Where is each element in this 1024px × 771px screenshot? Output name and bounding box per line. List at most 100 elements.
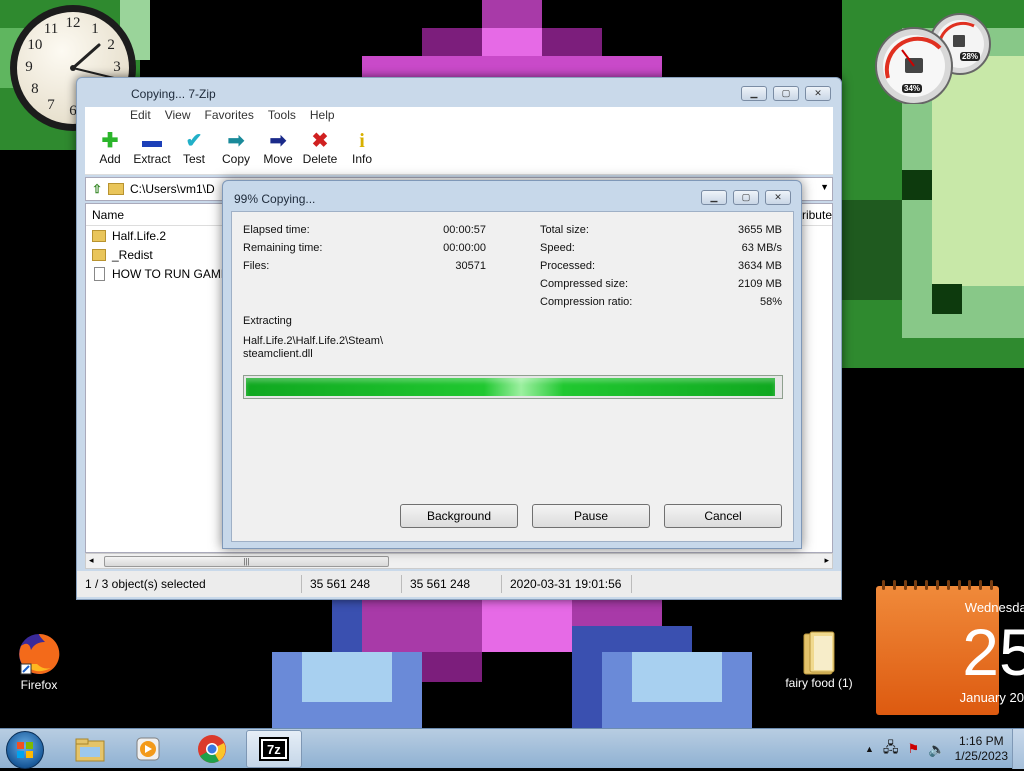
add-label: Add bbox=[99, 152, 120, 166]
clock-number: 12 bbox=[63, 15, 83, 32]
calendar-weekday: Wednesday bbox=[938, 600, 1024, 615]
compressed-size-value: 2109 MB bbox=[682, 278, 782, 290]
menu-edit[interactable]: Edit bbox=[123, 107, 158, 125]
dialog-maximize-button[interactable]: ▢ bbox=[733, 190, 759, 205]
minus-icon: ▬ bbox=[142, 131, 162, 151]
dialog-minimize-button[interactable]: ▁ bbox=[701, 190, 727, 205]
extract-label: Extract bbox=[133, 152, 170, 166]
taskbar: 7z ▲ 🖧 ⚑ 🔈 1:16 PM 1/25/2023 bbox=[0, 728, 1024, 768]
meter-dials bbox=[872, 8, 1002, 104]
start-button[interactable] bbox=[6, 731, 44, 769]
move-arrow-icon: ➡ bbox=[270, 131, 287, 151]
compression-ratio-value: 58% bbox=[682, 296, 782, 308]
bg-pixel bbox=[482, 600, 572, 652]
pause-button[interactable]: Pause bbox=[532, 504, 650, 528]
test-label: Test bbox=[183, 152, 205, 166]
remaining-value: 00:00:00 bbox=[392, 242, 486, 254]
toolbar: ✚ Add ▬ Extract ✔ Test ➡ Copy ➡ Move ✖ D… bbox=[85, 125, 833, 175]
taskbar-clock[interactable]: 1:16 PM 1/25/2023 bbox=[955, 734, 1008, 764]
action-center-icon[interactable]: ⚑ bbox=[908, 741, 920, 757]
bg-pixel bbox=[902, 170, 932, 200]
move-button[interactable]: ➡ Move bbox=[257, 125, 299, 174]
network-icon[interactable]: 🖧 bbox=[883, 737, 899, 761]
taskbar-explorer[interactable] bbox=[62, 730, 118, 768]
calendar-date: 25 bbox=[938, 616, 1024, 688]
clock-number: 7 bbox=[41, 97, 61, 114]
show-desktop-button[interactable] bbox=[1012, 729, 1024, 769]
desktop-icon-firefox[interactable]: Firefox bbox=[8, 630, 70, 692]
windows-logo-icon bbox=[7, 732, 43, 768]
bg-pixel bbox=[842, 200, 902, 300]
folder-up-icon[interactable]: ⇧ bbox=[86, 182, 108, 196]
menu-tools[interactable]: Tools bbox=[261, 107, 303, 125]
close-button[interactable]: ✕ bbox=[805, 86, 831, 101]
folder-icon bbox=[798, 630, 840, 676]
menu-favorites[interactable]: Favorites bbox=[197, 107, 260, 125]
address-path[interactable]: C:\Users\vm1\D bbox=[130, 182, 215, 196]
files-value: 30571 bbox=[392, 260, 486, 272]
clock-number: 9 bbox=[19, 59, 39, 76]
column-name-label: Name bbox=[92, 208, 124, 222]
maximize-button[interactable]: ▢ bbox=[773, 86, 799, 101]
taskbar-time: 1:16 PM bbox=[955, 734, 1008, 749]
document-icon bbox=[94, 267, 105, 281]
dialog-close-button[interactable]: ✕ bbox=[765, 190, 791, 205]
calendar-gadget[interactable]: Wednesday 25 January 2023 bbox=[876, 586, 999, 715]
compressed-size-label: Compressed size: bbox=[540, 278, 628, 290]
clock-number: 11 bbox=[41, 21, 61, 38]
desktop-icon-label: Firefox bbox=[21, 678, 58, 692]
info-button[interactable]: i Info bbox=[341, 125, 383, 174]
cpu-meter-gadget[interactable]: 34% 28% bbox=[872, 8, 1002, 104]
menu-view[interactable]: View bbox=[158, 107, 198, 125]
scroll-left-icon[interactable]: ◂ bbox=[89, 555, 94, 566]
add-button[interactable]: ✚ Add bbox=[89, 125, 131, 174]
bg-pixel bbox=[632, 652, 722, 702]
delete-button[interactable]: ✖ Delete bbox=[299, 125, 341, 174]
folder-icon bbox=[92, 249, 106, 261]
clock-number: 10 bbox=[25, 37, 45, 54]
test-button[interactable]: ✔ Test bbox=[173, 125, 215, 174]
scroll-right-icon[interactable]: ▸ bbox=[824, 555, 829, 566]
dropdown-arrow-icon[interactable]: ▼ bbox=[820, 182, 829, 192]
status-size: 35 561 248 bbox=[302, 575, 402, 593]
taskbar-7zip[interactable]: 7z bbox=[246, 730, 302, 768]
processed-value: 3634 MB bbox=[682, 260, 782, 272]
cpu-percent-label: 34% bbox=[902, 84, 922, 93]
calendar-month: January 2023 bbox=[938, 690, 1024, 705]
bg-pixel bbox=[482, 0, 542, 28]
file-explorer-icon bbox=[74, 735, 106, 763]
column-header-attributes[interactable]: tribute bbox=[799, 208, 832, 222]
system-tray: ▲ 🖧 ⚑ 🔈 1:16 PM 1/25/2023 bbox=[865, 732, 1008, 766]
desktop-icon-label: fairy food (1) bbox=[785, 676, 852, 690]
horizontal-scrollbar[interactable]: ◂ ||| ▸ bbox=[85, 553, 833, 569]
delete-label: Delete bbox=[303, 152, 338, 166]
current-file-path: Half.Life.2\Half.Life.2\Steam\ bbox=[243, 335, 383, 347]
taskbar-media-player[interactable] bbox=[120, 730, 176, 768]
speed-value: 63 MB/s bbox=[682, 242, 782, 254]
svg-text:7z: 7z bbox=[267, 742, 281, 757]
extract-button[interactable]: ▬ Extract bbox=[131, 125, 173, 174]
window-title: Copying... 7-Zip bbox=[131, 87, 216, 101]
show-hidden-icons-icon[interactable]: ▲ bbox=[865, 744, 874, 754]
minimize-button[interactable]: ▁ bbox=[741, 86, 767, 101]
background-button[interactable]: Background bbox=[400, 504, 518, 528]
main-titlebar[interactable]: Copying... 7-Zip ▁ ▢ ✕ bbox=[77, 78, 841, 108]
cancel-button[interactable]: Cancel bbox=[664, 504, 782, 528]
status-selected: 1 / 3 object(s) selected bbox=[77, 575, 302, 593]
speed-label: Speed: bbox=[540, 242, 575, 254]
processed-label: Processed: bbox=[540, 260, 595, 272]
folder-icon bbox=[108, 183, 124, 195]
desktop-icon-fairy-food[interactable]: fairy food (1) bbox=[782, 630, 856, 690]
taskbar-chrome[interactable] bbox=[184, 730, 240, 768]
menu-help[interactable]: Help bbox=[303, 107, 342, 125]
copy-button[interactable]: ➡ Copy bbox=[215, 125, 257, 174]
dialog-title: 99% Copying... bbox=[234, 192, 315, 206]
taskbar-date: 1/25/2023 bbox=[955, 749, 1008, 764]
volume-icon[interactable]: 🔈 bbox=[928, 741, 945, 758]
total-size-value: 3655 MB bbox=[682, 224, 782, 236]
copy-progress-dialog[interactable]: 99% Copying... ▁ ▢ ✕ Elapsed time: 00:00… bbox=[222, 180, 802, 549]
status-bar: 1 / 3 object(s) selected 35 561 248 35 5… bbox=[77, 571, 841, 597]
current-file-name: steamclient.dll bbox=[243, 348, 313, 360]
status-modified: 2020-03-31 19:01:56 bbox=[502, 575, 632, 593]
scrollbar-thumb[interactable]: ||| bbox=[104, 556, 389, 567]
